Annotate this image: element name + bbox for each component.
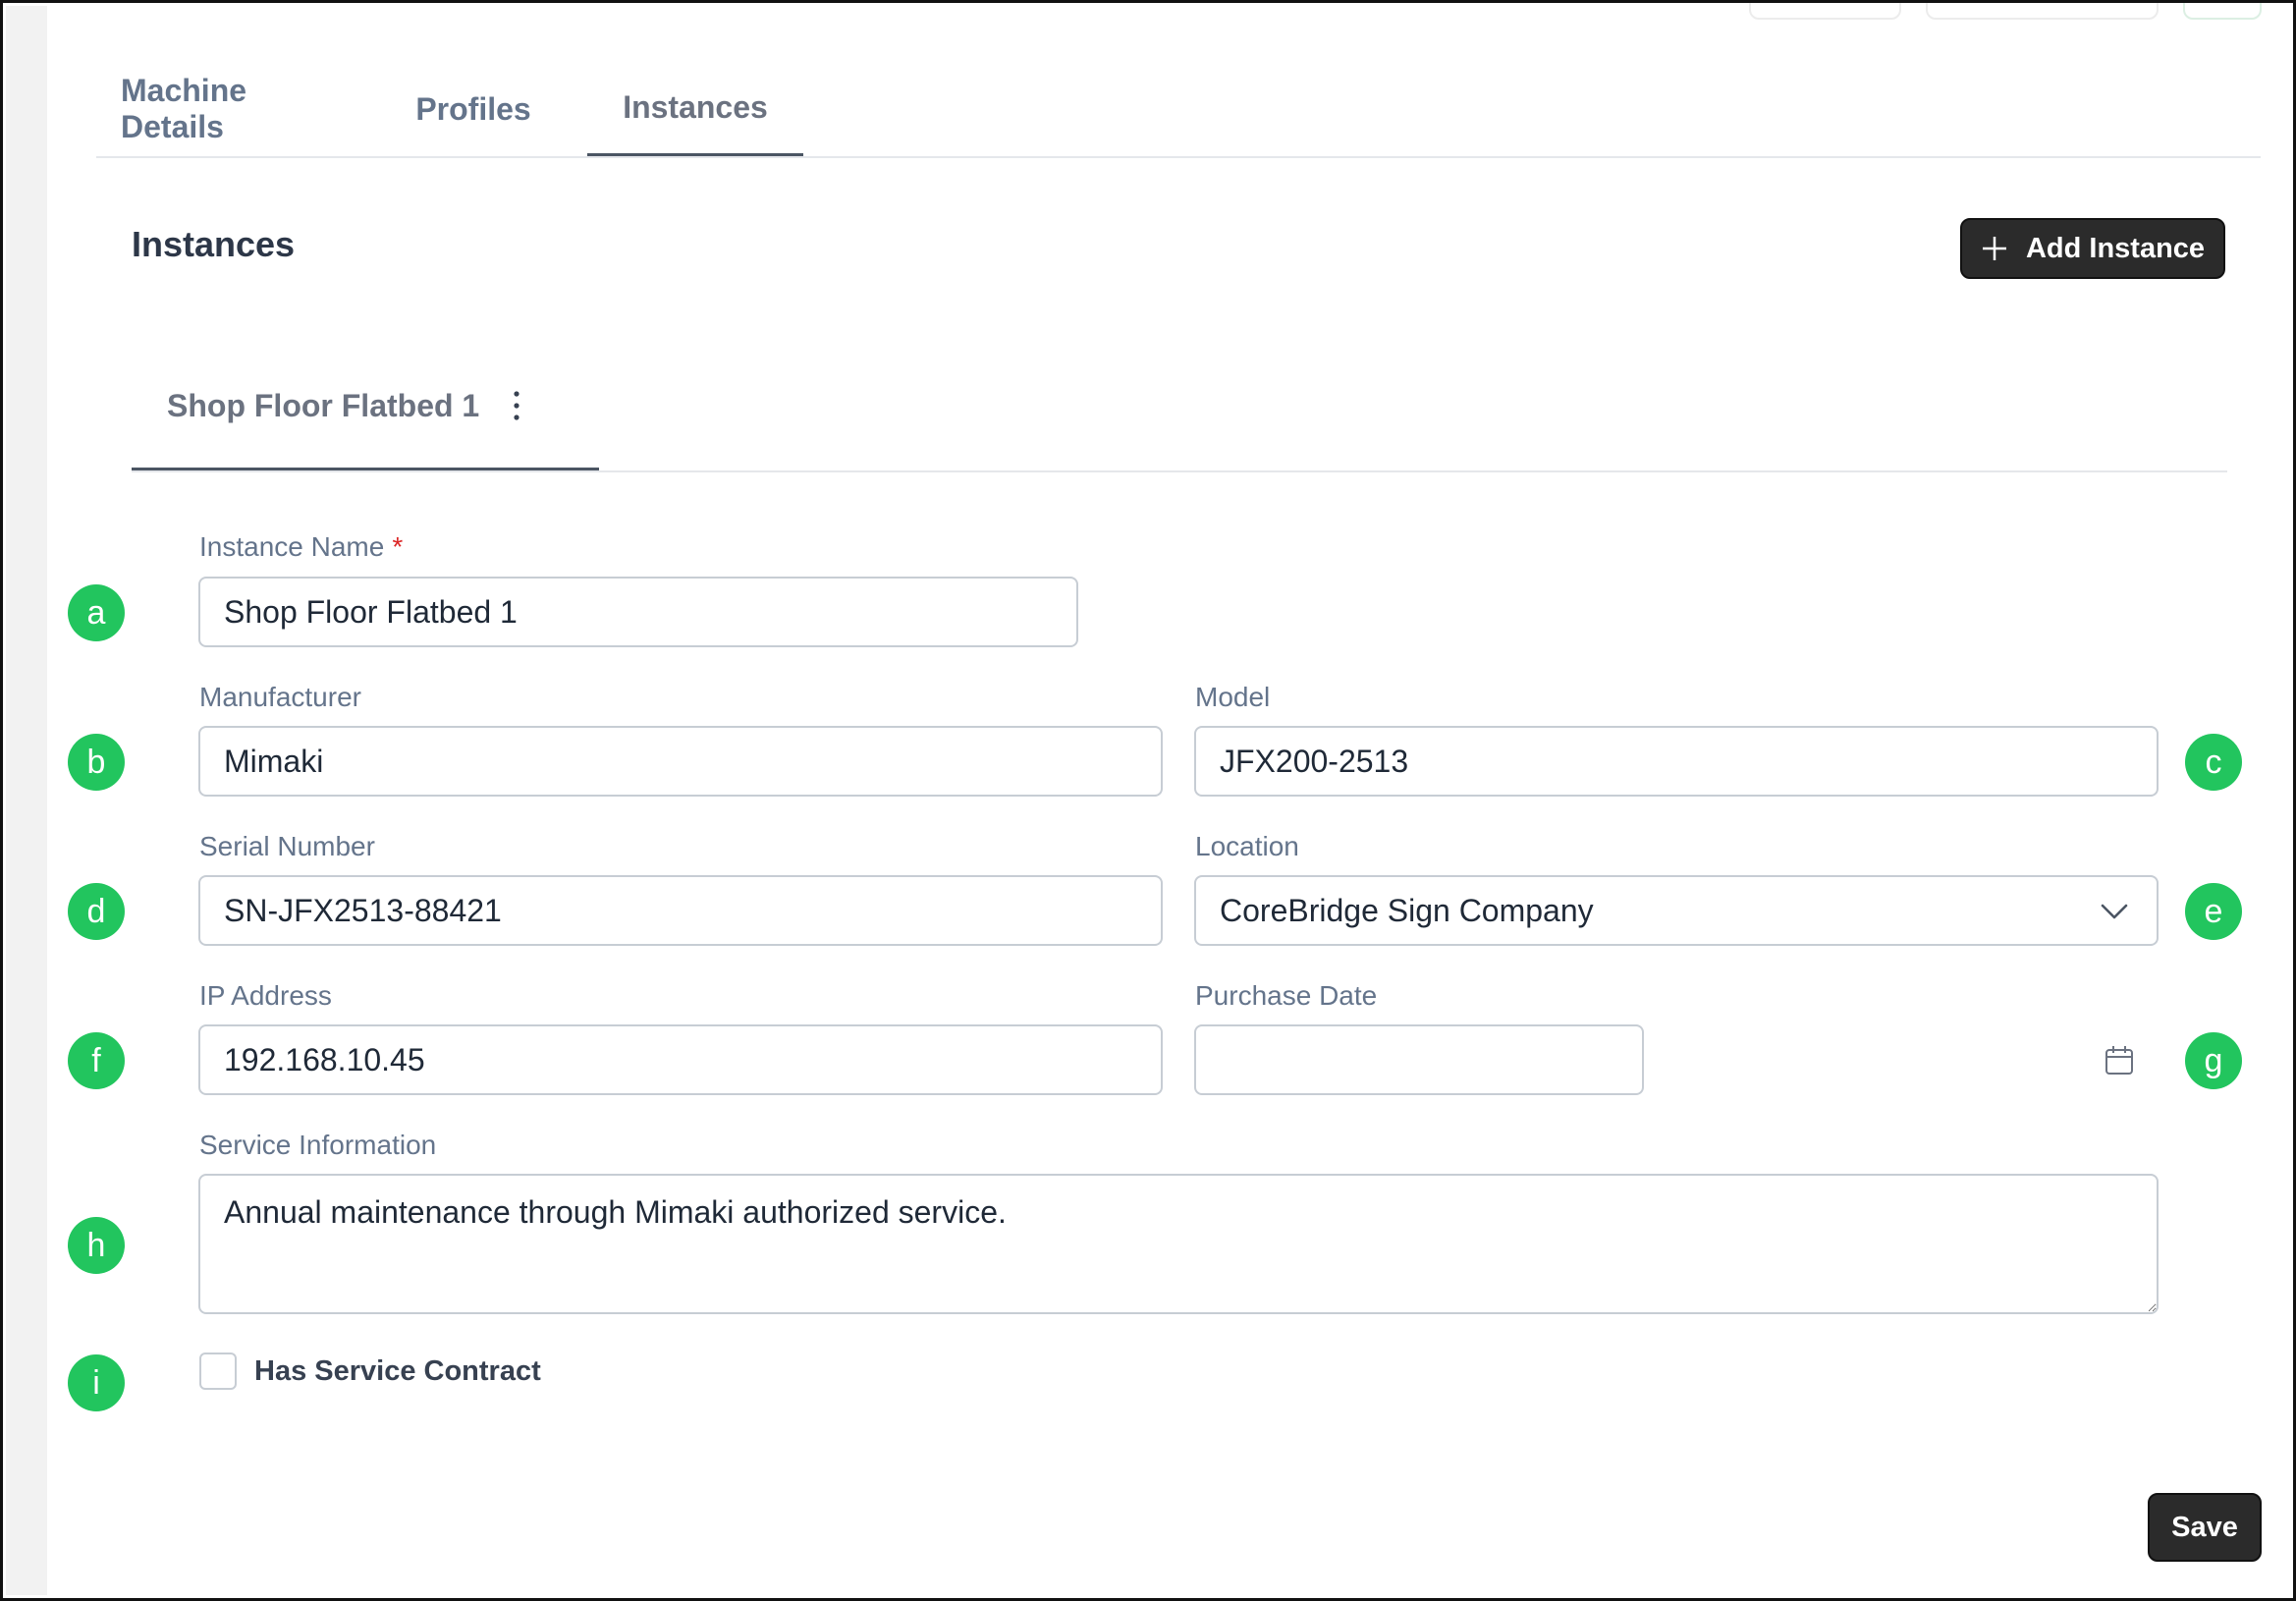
location-select[interactable]: CoreBridge Sign Company <box>1194 875 2159 946</box>
instance-tab-label: Shop Floor Flatbed 1 <box>167 388 480 423</box>
required-mark: * <box>392 531 404 562</box>
annotation-marker-f: f <box>68 1032 125 1089</box>
kebab-icon[interactable] <box>509 388 524 423</box>
serial-number-label: Serial Number <box>199 831 375 861</box>
tab-profiles[interactable]: Profiles <box>411 62 535 156</box>
service-information-label: Service Information <box>199 1130 437 1160</box>
instance-name-label-text: Instance Name <box>199 531 385 562</box>
serial-number-input[interactable] <box>198 875 1163 946</box>
annotation-marker-h: h <box>68 1217 125 1274</box>
calendar-icon[interactable] <box>2105 1044 2134 1076</box>
model-label: Model <box>1195 682 1271 712</box>
instance-tabs: Shop Floor Flatbed 1 <box>132 343 2227 472</box>
purchase-date-label: Purchase Date <box>1195 980 1378 1011</box>
ip-address-label: IP Address <box>199 980 332 1011</box>
model-input[interactable] <box>1194 726 2159 797</box>
service-information-textarea[interactable]: Annual maintenance through Mimaki author… <box>198 1174 2159 1314</box>
purchase-date-input[interactable] <box>1194 1024 1644 1095</box>
tab-instances[interactable]: Instances <box>587 62 803 156</box>
location-label: Location <box>1195 831 1299 861</box>
section-title: Instances <box>132 224 296 264</box>
top-toolbar-control[interactable] <box>1926 3 2159 20</box>
add-instance-label: Add Instance <box>2025 232 2206 264</box>
app-window: Machine Details Profiles Instances Insta… <box>0 0 2296 1601</box>
annotation-marker-g: g <box>2185 1032 2242 1089</box>
add-instance-button[interactable]: Add Instance <box>1960 218 2225 279</box>
instance-tab-shop-floor-flatbed-1[interactable]: Shop Floor Flatbed 1 <box>132 343 599 470</box>
instance-name-input[interactable] <box>198 577 1078 647</box>
annotation-marker-a: a <box>68 584 125 641</box>
main-tabs: Machine Details Profiles Instances <box>96 62 2261 158</box>
location-selected-value: CoreBridge Sign Company <box>1220 892 1594 928</box>
has-service-contract-label: Has Service Contract <box>254 1355 541 1387</box>
plus-icon <box>1982 237 2006 260</box>
annotation-marker-b: b <box>68 734 125 791</box>
tab-machine-details[interactable]: Machine Details <box>121 62 317 156</box>
left-sidebar-strip <box>6 6 47 1595</box>
ip-address-input[interactable] <box>198 1024 1163 1095</box>
top-toolbar-control[interactable] <box>2183 3 2262 20</box>
annotation-marker-e: e <box>2185 883 2242 940</box>
annotation-marker-c: c <box>2185 734 2242 791</box>
annotation-marker-d: d <box>68 883 125 940</box>
chevron-down-icon <box>2101 904 2128 919</box>
instance-name-label: Instance Name * <box>199 531 403 563</box>
save-button[interactable]: Save <box>2148 1493 2262 1562</box>
has-service-contract-checkbox[interactable] <box>199 1353 237 1390</box>
top-toolbar-control[interactable] <box>1749 3 1901 20</box>
manufacturer-input[interactable] <box>198 726 1163 797</box>
manufacturer-label: Manufacturer <box>199 682 361 712</box>
annotation-marker-i: i <box>68 1354 125 1411</box>
